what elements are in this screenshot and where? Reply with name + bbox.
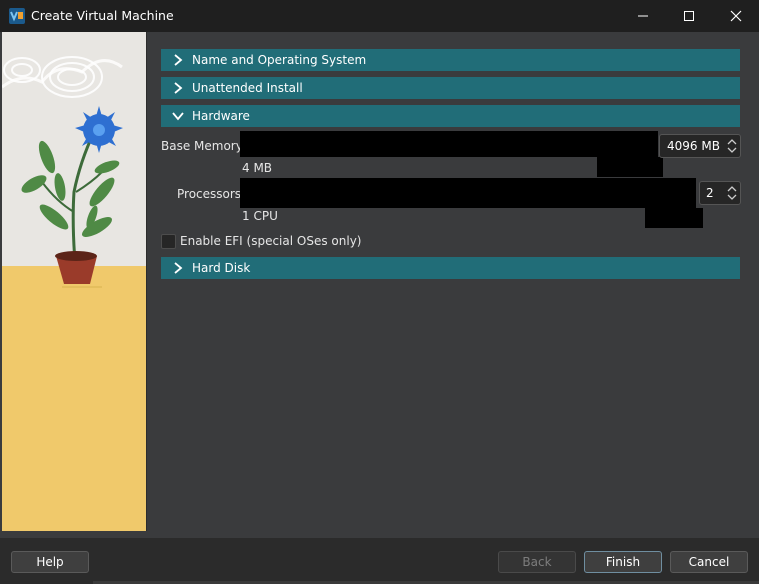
help-button[interactable]: Help bbox=[11, 551, 89, 573]
base-memory-slider[interactable] bbox=[240, 131, 658, 157]
base-memory-label: Base Memory: bbox=[161, 139, 247, 153]
section-name-os[interactable]: Name and Operating System bbox=[161, 49, 740, 71]
processors-min: 1 CPU bbox=[242, 209, 278, 223]
minimize-icon bbox=[638, 15, 648, 17]
processors-slider[interactable] bbox=[240, 178, 696, 208]
base-memory-spinbox[interactable]: 4096 MB bbox=[659, 134, 741, 158]
processors-spinbox[interactable]: 2 bbox=[699, 181, 741, 205]
back-button[interactable]: Back bbox=[498, 551, 576, 573]
maximize-button[interactable] bbox=[666, 0, 712, 32]
chevron-down-icon bbox=[172, 112, 184, 121]
enable-efi-label[interactable]: Enable EFI (special OSes only) bbox=[180, 234, 361, 248]
processors-value: 2 bbox=[706, 186, 714, 200]
minimize-button[interactable] bbox=[620, 0, 666, 32]
section-name-os-label: Name and Operating System bbox=[192, 53, 367, 67]
close-button[interactable] bbox=[713, 0, 759, 32]
finish-button[interactable]: Finish bbox=[584, 551, 662, 573]
close-icon bbox=[730, 10, 742, 22]
section-unattended[interactable]: Unattended Install bbox=[161, 77, 740, 99]
spin-arrows-icon[interactable] bbox=[726, 137, 738, 155]
title-bar: Create Virtual Machine bbox=[0, 0, 759, 32]
chevron-right-icon bbox=[174, 54, 183, 66]
section-unattended-label: Unattended Install bbox=[192, 81, 303, 95]
chevron-right-icon bbox=[174, 82, 183, 94]
flower-pot-illustration bbox=[2, 32, 146, 531]
processors-label: Processors: bbox=[177, 187, 246, 201]
section-hardware-label: Hardware bbox=[192, 109, 250, 123]
window-title: Create Virtual Machine bbox=[31, 8, 174, 23]
base-memory-min: 4 MB bbox=[242, 161, 273, 175]
spin-arrows-icon[interactable] bbox=[726, 184, 738, 202]
redacted-region bbox=[597, 157, 663, 177]
section-hardware[interactable]: Hardware bbox=[161, 105, 740, 127]
base-memory-value: 4096 MB bbox=[667, 139, 720, 153]
maximize-icon bbox=[684, 11, 694, 21]
section-hard-disk[interactable]: Hard Disk bbox=[161, 257, 740, 279]
chevron-right-icon bbox=[174, 262, 183, 274]
wizard-illustration bbox=[2, 32, 147, 531]
enable-efi-checkbox[interactable] bbox=[161, 234, 176, 249]
redacted-region bbox=[645, 208, 703, 228]
virtualbox-icon bbox=[9, 8, 25, 24]
cancel-button[interactable]: Cancel bbox=[670, 551, 748, 573]
section-hard-disk-label: Hard Disk bbox=[192, 261, 251, 275]
